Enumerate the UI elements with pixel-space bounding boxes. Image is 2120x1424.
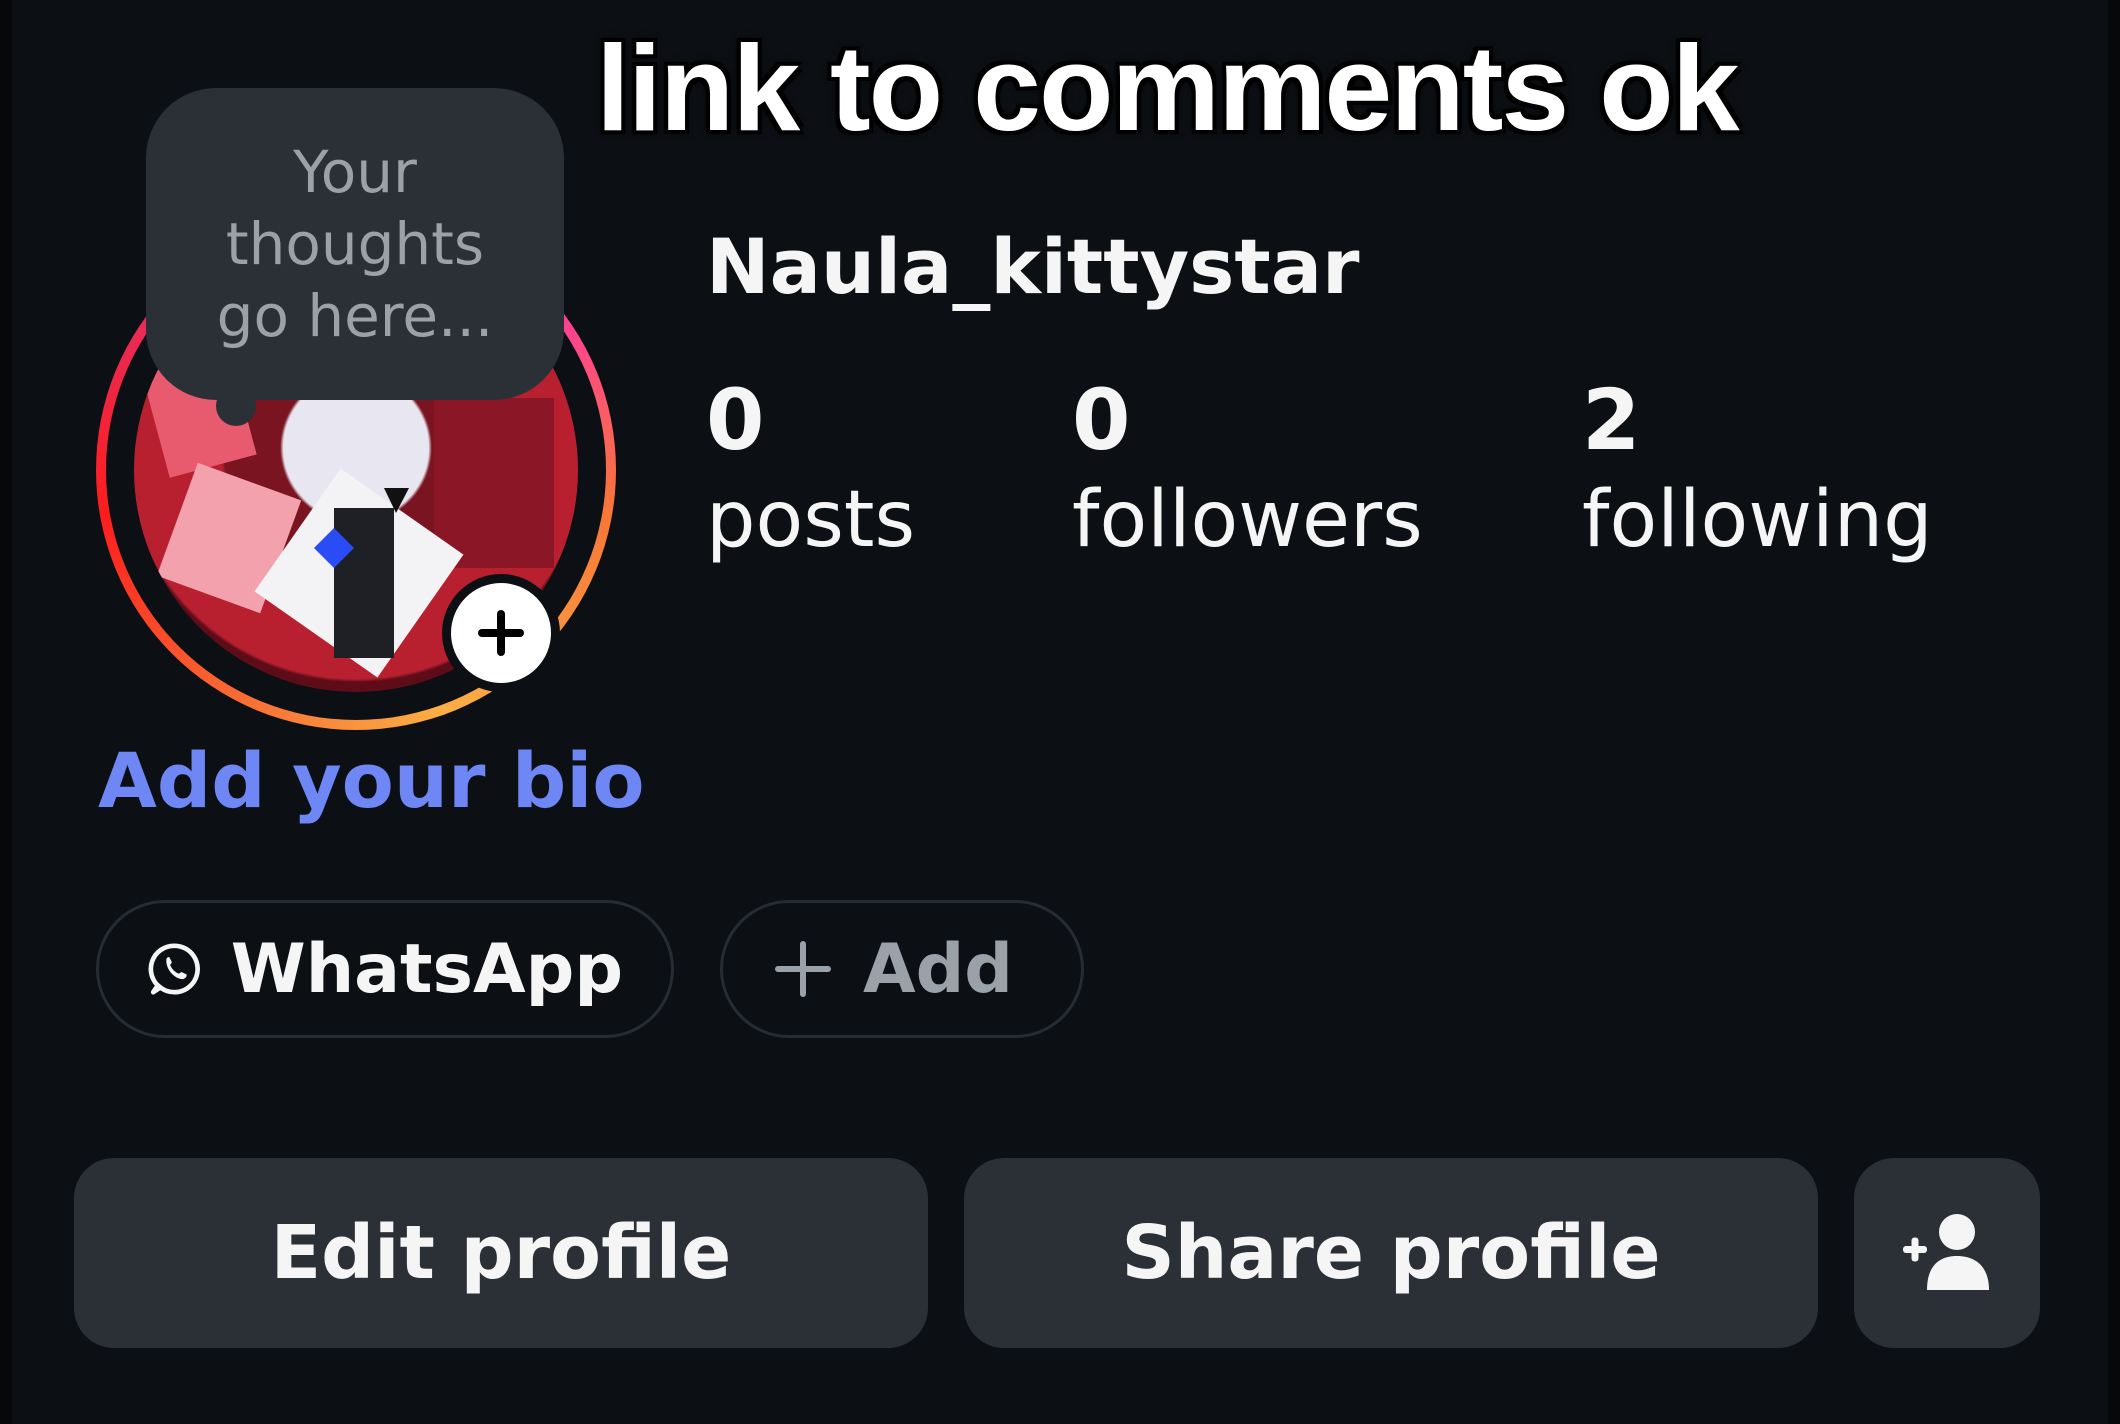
stat-posts[interactable]: 0 posts — [706, 370, 915, 570]
stat-label: following — [1582, 475, 1933, 565]
stat-value: 0 — [706, 371, 765, 469]
add-story-button[interactable] — [442, 574, 560, 692]
right-edge — [2108, 0, 2120, 1424]
left-edge — [0, 0, 12, 1424]
overlay-caption: link to comments ok — [596, 20, 1740, 156]
share-profile-button[interactable]: Share profile — [964, 1158, 1818, 1348]
add-bio-link[interactable]: Add your bio — [98, 736, 645, 825]
chip-label: Add — [863, 929, 1013, 1009]
add-story-inner — [451, 583, 551, 683]
whatsapp-icon — [148, 943, 200, 995]
add-person-icon — [1903, 1214, 1989, 1290]
username: Naula_kittystar — [706, 222, 1360, 311]
stat-value: 2 — [1582, 371, 1641, 469]
stat-value: 0 — [1072, 371, 1131, 469]
whatsapp-link-chip[interactable]: WhatsApp — [96, 900, 674, 1038]
discover-people-button[interactable] — [1854, 1158, 2040, 1348]
note-bubble[interactable]: Your thoughts go here... — [146, 88, 564, 426]
stat-followers[interactable]: 0 followers — [1072, 370, 1423, 570]
stat-label: followers — [1072, 475, 1423, 565]
stat-label: posts — [706, 475, 916, 565]
chip-label: WhatsApp — [230, 929, 623, 1009]
stat-following[interactable]: 2 following — [1582, 370, 1933, 570]
plus-icon — [478, 610, 524, 656]
plus-icon — [775, 941, 831, 997]
edit-profile-button[interactable]: Edit profile — [74, 1158, 928, 1348]
note-placeholder: Your thoughts go here... — [216, 138, 494, 350]
profile-screen: Your thoughts go here... Naula_kittystar… — [0, 0, 2120, 1424]
add-link-chip[interactable]: Add — [720, 900, 1084, 1038]
